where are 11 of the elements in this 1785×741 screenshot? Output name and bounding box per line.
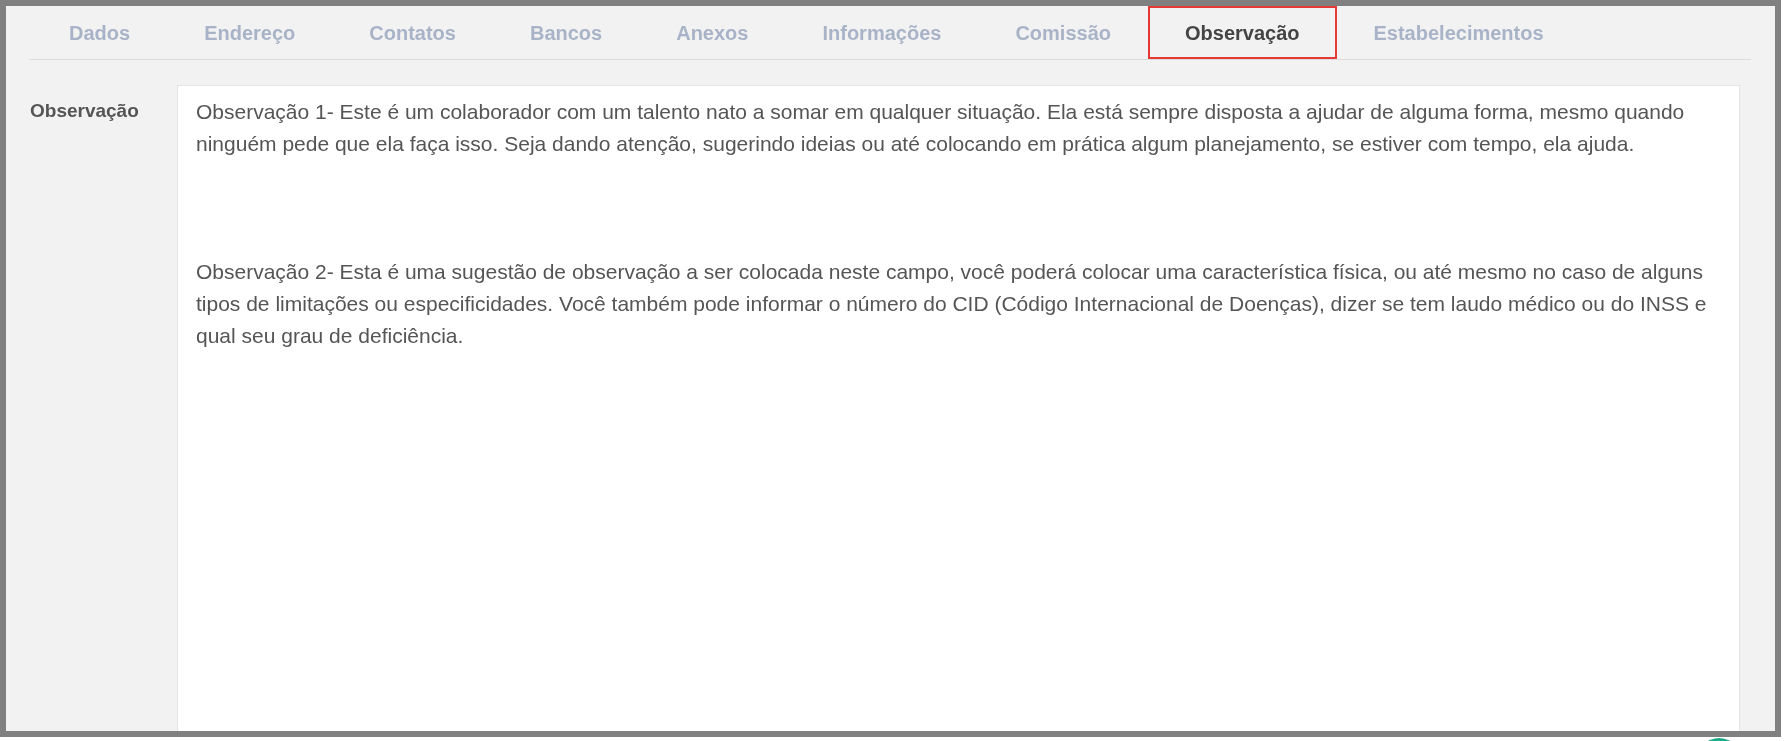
field-label: Observação — [30, 100, 139, 121]
tab[interactable]: Comissão — [978, 6, 1148, 59]
tab[interactable]: Endereço — [167, 6, 333, 59]
observation-field[interactable]: Observação 1- Este é um colaborador com um talento nato a somar em qualquer situação. Ela está sempre disposta a ajudar de alguma forma, mesmo quando ninguém pede que ela faça isso. Seja dando atenção, sugerindo ideias ou até colocando em prática algum planejamento, se estiver com tempo, ela ajuda. Observação 2- Esta é uma sugestão de observação a ser colocada neste campo, você poderá colocar uma característica física, ou até mesmo no caso de alguns tipos de limitações ou especificidades. Você também pode informar o número do CID (Código Internacional de Doenças), dizer se tem laudo médico ou do INSS e qual seu grau de deficiência. — [177, 85, 1740, 731]
tab[interactable]: Anexos — [639, 6, 786, 59]
tab[interactable]: Contatos — [332, 6, 493, 59]
tab[interactable]: Dados — [32, 6, 168, 59]
tab[interactable]: Observação — [1148, 6, 1337, 59]
tab[interactable]: Estabelecimentos — [1336, 6, 1581, 59]
tab[interactable]: Informações — [785, 6, 979, 59]
tab[interactable]: Bancos — [492, 6, 640, 59]
